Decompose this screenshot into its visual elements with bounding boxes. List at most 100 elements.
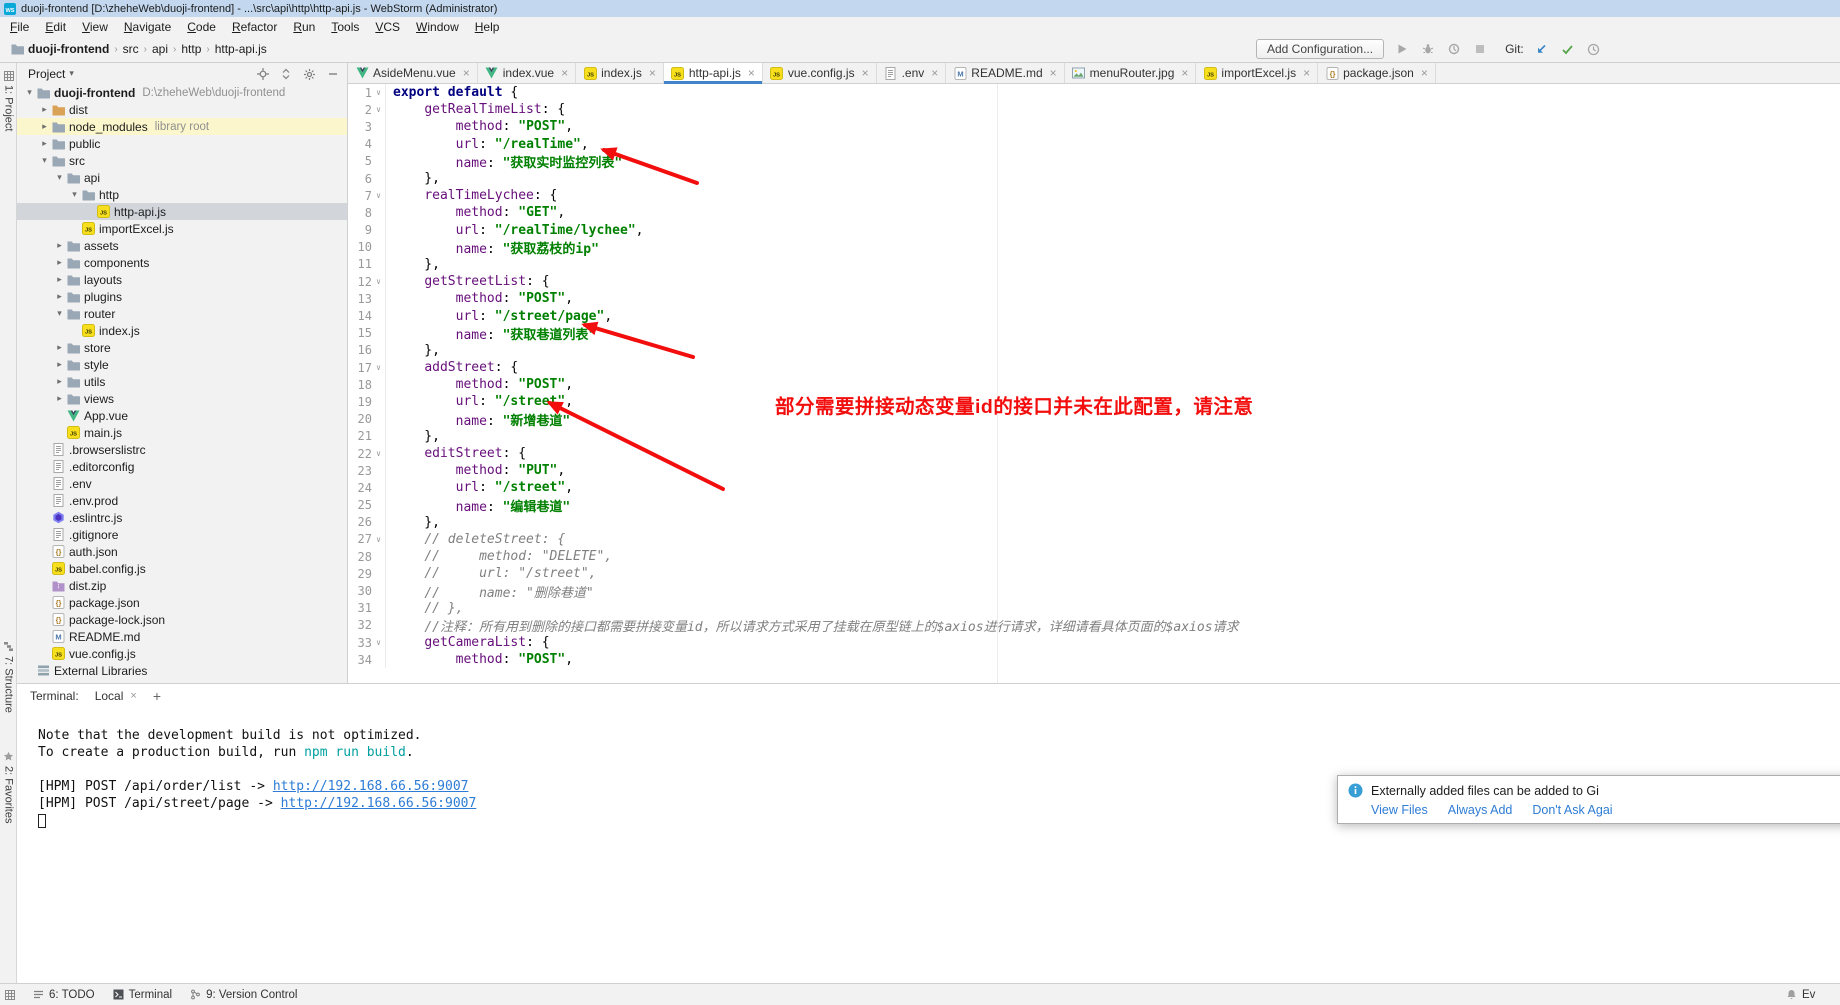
gutter[interactable]: 14 — [348, 307, 386, 324]
terminal-tab-local[interactable]: Local × — [95, 689, 137, 703]
breadcrumb-item-http-api-js[interactable]: http-api.js — [212, 42, 270, 56]
editor-tab-readme-md[interactable]: MREADME.md× — [946, 63, 1064, 83]
collapse-button[interactable] — [280, 66, 292, 80]
tree-item-utils[interactable]: ▸utils — [17, 373, 347, 390]
chevron-down-icon[interactable]: ▾ — [69, 68, 74, 79]
gutter[interactable]: 25 — [348, 497, 386, 514]
gutter[interactable]: 1∨ — [348, 84, 386, 101]
tree-item-views[interactable]: ▸views — [17, 390, 347, 407]
vcs-update-button[interactable] — [1533, 43, 1550, 56]
tree-item-dist-zip[interactable]: dist.zip — [17, 577, 347, 594]
gutter[interactable]: 22∨ — [348, 445, 386, 462]
gutter[interactable]: 27∨ — [348, 531, 386, 548]
tree-item-env[interactable]: .env — [17, 475, 347, 492]
tree-closed-arrow-icon[interactable]: ▸ — [53, 376, 66, 387]
tree-open-arrow-icon[interactable]: ▾ — [38, 155, 51, 166]
gear-button[interactable] — [303, 66, 316, 80]
stripe-project-button[interactable]: 1: Project — [0, 71, 17, 131]
tab-close-icon[interactable]: × — [1181, 66, 1188, 80]
fold-arrow-icon[interactable]: ∨ — [372, 535, 385, 544]
gutter[interactable]: 8 — [348, 204, 386, 221]
menu-run[interactable]: Run — [285, 20, 323, 34]
tree-item-assets[interactable]: ▸assets — [17, 237, 347, 254]
tree-item-babel-config-js[interactable]: JSbabel.config.js — [17, 560, 347, 577]
tab-close-icon[interactable]: × — [649, 66, 656, 80]
gutter[interactable]: 7∨ — [348, 187, 386, 204]
tree-item-package-lock-json[interactable]: {}package-lock.json — [17, 611, 347, 628]
tab-close-icon[interactable]: × — [931, 66, 938, 80]
gutter[interactable]: 33∨ — [348, 634, 386, 651]
fold-arrow-icon[interactable]: ∨ — [372, 105, 385, 114]
stripe-favorites-button[interactable]: 2: Favorites — [0, 751, 17, 823]
fold-arrow-icon[interactable]: ∨ — [372, 191, 385, 200]
tab-close-icon[interactable]: × — [1050, 66, 1057, 80]
editor-tab-index-vue[interactable]: index.vue× — [478, 63, 576, 83]
gutter[interactable]: 26 — [348, 514, 386, 531]
tree-item-index-js[interactable]: JSindex.js — [17, 322, 347, 339]
gutter[interactable]: 12∨ — [348, 273, 386, 290]
editor-tab-http-api-js[interactable]: JShttp-api.js× — [664, 63, 763, 83]
gutter[interactable]: 28 — [348, 548, 386, 565]
fold-arrow-icon[interactable]: ∨ — [372, 277, 385, 286]
terminal-tab-close-icon[interactable]: × — [130, 690, 136, 702]
gutter[interactable]: 18 — [348, 376, 386, 393]
editor-tab-package-json[interactable]: {}package.json× — [1318, 63, 1436, 83]
tree-item-api[interactable]: ▾api — [17, 169, 347, 186]
menu-code[interactable]: Code — [179, 20, 224, 34]
gutter[interactable]: 16 — [348, 342, 386, 359]
tree-item-duoji-frontend[interactable]: ▾duoji-frontendD:\zheheWeb\duoji-fronten… — [17, 84, 347, 101]
gutter[interactable]: 30 — [348, 582, 386, 599]
gutter[interactable]: 29 — [348, 565, 386, 582]
vcs-history-button[interactable] — [1585, 43, 1602, 56]
gutter[interactable]: 31 — [348, 600, 386, 617]
gutter[interactable]: 4 — [348, 136, 386, 153]
tree-item-env-prod[interactable]: .env.prod — [17, 492, 347, 509]
tree-item-browserslistrc[interactable]: .browserslistrc — [17, 441, 347, 458]
tree-closed-arrow-icon[interactable]: ▸ — [53, 257, 66, 268]
gutter[interactable]: 5 — [348, 153, 386, 170]
project-panel-title[interactable]: Project — [28, 67, 65, 81]
tree-item-dist[interactable]: ▸dist — [17, 101, 347, 118]
menu-view[interactable]: View — [74, 20, 116, 34]
tree-item-http-api-js[interactable]: JShttp-api.js — [17, 203, 347, 220]
tree-closed-arrow-icon[interactable]: ▸ — [53, 240, 66, 251]
tab-close-icon[interactable]: × — [1421, 66, 1428, 80]
locate-button[interactable] — [257, 66, 269, 80]
gutter[interactable]: 34 — [348, 651, 386, 668]
tab-close-icon[interactable]: × — [748, 66, 755, 80]
tree-item-importexcel-js[interactable]: JSimportExcel.js — [17, 220, 347, 237]
editor-tab-index-js[interactable]: JSindex.js× — [576, 63, 664, 83]
notification-action-don-t-ask-agai[interactable]: Don't Ask Agai — [1532, 803, 1612, 817]
menu-window[interactable]: Window — [408, 20, 467, 34]
stripe-structure-button[interactable]: 7: Structure — [0, 641, 17, 713]
tree-item-store[interactable]: ▸store — [17, 339, 347, 356]
tree-item-http[interactable]: ▾http — [17, 186, 347, 203]
breadcrumb-item-src[interactable]: src — [120, 42, 142, 56]
terminal-link[interactable]: http://192.168.66.56:9007 — [281, 796, 477, 811]
breadcrumb-item-api[interactable]: api — [149, 42, 171, 56]
menu-edit[interactable]: Edit — [37, 20, 74, 34]
editor-tab-asidemenu-vue[interactable]: AsideMenu.vue× — [348, 63, 478, 83]
editor-tab-menurouter-jpg[interactable]: menuRouter.jpg× — [1065, 63, 1197, 83]
editor-tab-importexcel-js[interactable]: JSimportExcel.js× — [1196, 63, 1318, 83]
terminal-link[interactable]: http://192.168.66.56:9007 — [273, 779, 469, 794]
tree-open-arrow-icon[interactable]: ▾ — [53, 172, 66, 183]
tree-item-editorconfig[interactable]: .editorconfig — [17, 458, 347, 475]
fold-arrow-icon[interactable]: ∨ — [372, 88, 385, 97]
tree-closed-arrow-icon[interactable]: ▸ — [53, 393, 66, 404]
menu-navigate[interactable]: Navigate — [116, 20, 179, 34]
gutter[interactable]: 15 — [348, 325, 386, 342]
gutter[interactable]: 23 — [348, 462, 386, 479]
add-configuration-button[interactable]: Add Configuration... — [1256, 39, 1384, 59]
tree-open-arrow-icon[interactable]: ▾ — [23, 87, 36, 98]
minus-button[interactable] — [327, 66, 339, 80]
gutter[interactable]: 2∨ — [348, 101, 386, 118]
stop-button[interactable] — [1471, 43, 1488, 55]
gutter[interactable]: 24 — [348, 479, 386, 496]
tree-item-components[interactable]: ▸components — [17, 254, 347, 271]
tab-close-icon[interactable]: × — [463, 66, 470, 80]
tree-item-external-libraries[interactable]: External Libraries — [17, 662, 347, 679]
gutter[interactable]: 19 — [348, 393, 386, 410]
editor-tab-vue-config-js[interactable]: JSvue.config.js× — [763, 63, 877, 83]
add-terminal-button[interactable]: + — [153, 688, 161, 704]
